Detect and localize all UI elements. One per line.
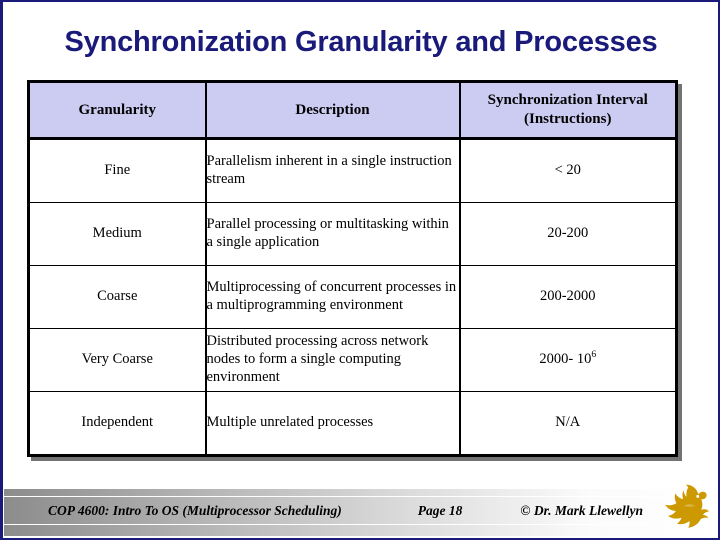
column-header-description-label: Description [295,101,370,118]
cell-granularity: Coarse [27,265,207,329]
cell-description: Multiple unrelated processes [204,391,461,456]
cell-interval-value: < 20 [554,162,581,179]
column-header-sync-interval-sublabel: (Instructions) [523,111,612,127]
table-row: Very Coarse Distributed processing acros… [27,328,678,392]
footer-text: COP 4600: Intro To OS (Multiprocessor Sc… [4,497,644,524]
cell-interval-value: 20-200 [547,225,589,242]
footer-bar-top [4,489,718,496]
cell-description: Distributed processing across network no… [204,328,461,392]
cell-granularity: Very Coarse [27,328,207,392]
cell-description: Parallel processing or multitasking with… [204,202,461,266]
slide-footer: COP 4600: Intro To OS (Multiprocessor Sc… [4,484,718,537]
cell-interval: N/A [458,391,678,456]
cell-interval: 2000- 106 [458,328,678,392]
column-header-description: Description [204,81,461,140]
cell-interval-value: 200-2000 [539,288,596,305]
cell-granularity: Medium [27,202,207,266]
cell-interval-value: 2000- 10 [539,351,592,368]
column-header-granularity-label: Granularity [78,101,157,118]
column-header-sync-interval: Synchronization Interval (Instructions) [458,81,678,140]
cell-interval: < 20 [458,138,678,203]
footer-course-label: COP 4600: Intro To OS (Multiprocessor Sc… [48,502,342,518]
footer-bar-bottom [4,525,718,536]
page-title: Synchronization Granularity and Processe… [64,26,658,58]
cell-description: Multiprocessing of concurrent processes … [204,265,461,329]
table-header: Granularity Description Synchronization … [27,81,678,140]
table-row: Coarse Multiprocessing of concurrent pro… [27,265,678,329]
cell-granularity: Fine [27,138,207,203]
table-body: Fine Parallelism inherent in a single in… [27,138,678,456]
cell-interval-value: N/A [555,414,581,431]
cell-interval-exponent: 6 [591,349,597,361]
column-header-sync-interval-label: Synchronization Interval [487,92,648,109]
column-header-granularity: Granularity [27,81,207,140]
cell-interval: 200-2000 [458,265,678,329]
table-header-row: Granularity Description Synchronization … [27,81,678,140]
granularity-table: Granularity Description Synchronization … [27,80,678,457]
footer-page-number: Page 18 [417,502,463,518]
table-row: Medium Parallel processing or multitaski… [27,202,678,266]
slide: Synchronization Granularity and Processe… [0,0,720,540]
table-row: Fine Parallelism inherent in a single in… [27,138,678,203]
table-row: Independent Multiple unrelated processes… [27,391,678,456]
cell-description: Parallelism inherent in a single instruc… [204,138,461,203]
cell-granularity: Independent [27,391,207,456]
granularity-table-container: Granularity Description Synchronization … [27,80,678,457]
cell-interval: 20-200 [458,202,678,266]
pegasus-logo-icon [658,479,714,535]
footer-copyright: © Dr. Mark Llewellyn [520,502,644,518]
